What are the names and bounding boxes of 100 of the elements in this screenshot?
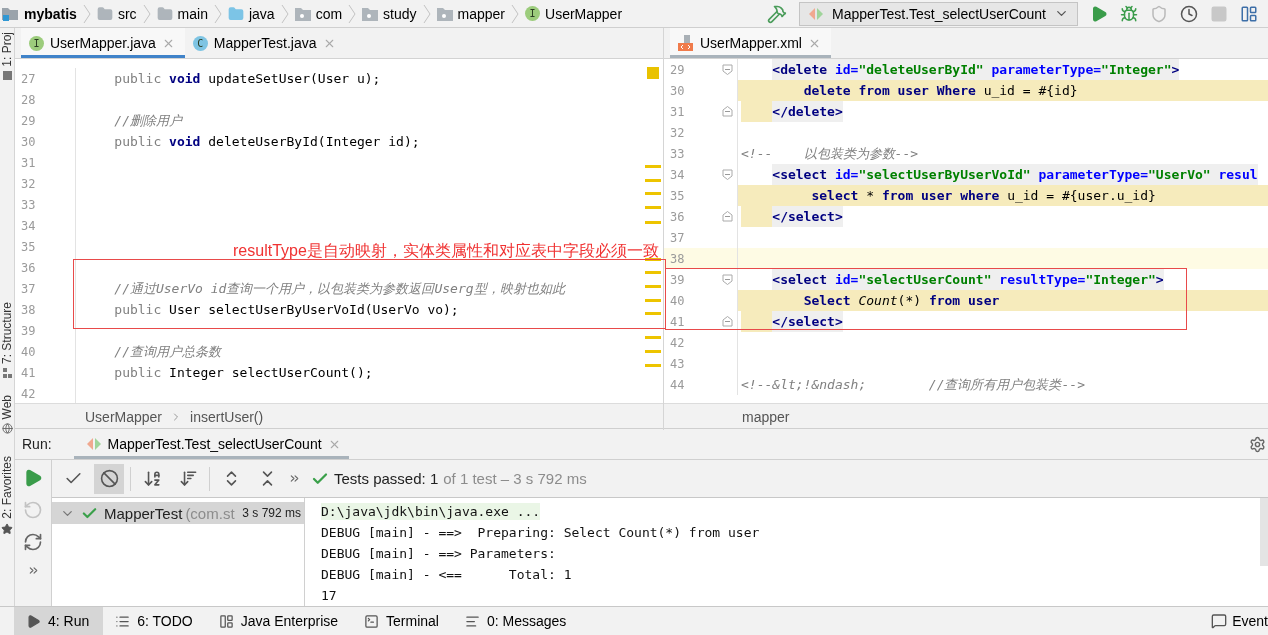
tool-window-button[interactable]: 4: Run <box>14 607 104 635</box>
breadcrumb-item[interactable]: UserMapper <box>85 409 163 425</box>
tool-window-button[interactable]: 0: Messages <box>452 607 581 635</box>
breadcrumb-item[interactable]: java <box>227 5 275 22</box>
breadcrumb-item[interactable]: mapper <box>436 5 506 22</box>
more-icon[interactable] <box>288 472 301 485</box>
line-number: 28 <box>21 92 36 107</box>
code-line: public void updateSetUser(User u); <box>114 70 381 88</box>
terminal-icon <box>364 613 380 629</box>
run-label: Run: <box>21 436 53 452</box>
editor-tab[interactable]: I UserMapper.java <box>21 28 185 58</box>
tool-window-button[interactable]: 2: Favorites <box>0 456 14 535</box>
fold-marker-icon[interactable] <box>722 316 733 327</box>
rerun-icon[interactable] <box>23 468 43 488</box>
run-config-dropdown[interactable]: MapperTest.Test_selectUserCount <box>799 1 1078 26</box>
separator-icon <box>511 3 520 24</box>
code-comment: //通过UserVo id查询一个用户，以包装类为参数返回Userg型，映射也如此 <box>114 279 565 298</box>
editor-tab[interactable]: UserMapper.xml <box>670 28 831 58</box>
line-number: 33 <box>670 146 685 161</box>
breadcrumb-item[interactable]: com <box>294 5 343 22</box>
build-icon[interactable] <box>767 3 787 24</box>
fold-marker-icon[interactable] <box>722 274 733 285</box>
folder-icon <box>227 5 244 22</box>
run-icon <box>26 613 41 629</box>
line-number: 41 <box>670 314 685 329</box>
fold-marker-icon[interactable] <box>722 169 733 180</box>
folder-icon <box>156 5 173 22</box>
line-number: 31 <box>21 155 36 170</box>
breadcrumb-item[interactable]: mapper <box>742 409 790 425</box>
code-line: delete from user Where u_id = #{id} <box>803 82 1078 100</box>
line-number: 42 <box>21 386 36 401</box>
line-number: 39 <box>21 323 36 338</box>
breadcrumb-item[interactable]: main <box>156 5 208 22</box>
line-number: 40 <box>21 344 36 359</box>
breadcrumb-item[interactable]: study <box>362 5 417 22</box>
fold-marker-icon[interactable] <box>722 211 733 222</box>
breadcrumb-item[interactable]: insertUser() <box>190 409 264 425</box>
debug-icon[interactable] <box>1120 4 1138 23</box>
module-folder-icon <box>2 6 19 21</box>
panel-icon <box>2 70 12 80</box>
code-comment: //查询用户总条数 <box>114 342 221 361</box>
line-number: 38 <box>21 302 36 317</box>
tool-window-button[interactable]: Web <box>0 394 14 435</box>
code-line: select * from user where u_id = #{user.u_id} <box>811 187 1156 205</box>
annotation-text: resultType是自动映射，实体类属性和对应表中字段必须一致 <box>233 241 659 261</box>
breadcrumb-item[interactable]: I UserMapper <box>525 5 623 22</box>
tool-window-button[interactable]: 6: TODO <box>103 607 207 635</box>
globe-icon <box>1 423 13 435</box>
code-comment: //删除用户 <box>114 111 182 130</box>
auto-test-icon[interactable] <box>23 532 43 552</box>
line-number: 34 <box>21 218 36 233</box>
line-number: 43 <box>670 356 685 371</box>
line-number: 34 <box>670 167 685 182</box>
enterprise-icon <box>218 613 234 629</box>
type-badge: C <box>192 35 208 51</box>
line-number: 35 <box>21 239 36 254</box>
console-line: DEBUG [main] - <== Total: 1 <box>321 566 572 583</box>
test-status: Tests passed: 1 <box>334 470 439 487</box>
fold-marker-icon[interactable] <box>722 106 733 117</box>
line-number: 29 <box>21 113 36 128</box>
type-badge: I <box>525 6 541 21</box>
package-folder-icon <box>362 6 379 21</box>
run-tab[interactable]: MapperTest.Test_selectUserCount <box>73 429 349 459</box>
sort-duration-icon <box>178 469 198 488</box>
test-tree-item[interactable]: MapperTest (com.st 3 s 792 ms <box>52 502 304 524</box>
code-comment: <!--&lt;!&ndash; //查询所有用户包装类--> <box>741 375 1085 394</box>
sort-alpha-icon <box>142 469 162 488</box>
run-icon[interactable] <box>1090 4 1108 23</box>
breadcrumb-item[interactable]: mybatis <box>2 5 77 22</box>
line-number: 42 <box>670 335 685 350</box>
settings-icon[interactable] <box>1249 435 1266 453</box>
code-line: public void deleteUserById(Integer id); <box>114 133 420 151</box>
tool-window-button[interactable]: 7: Structure <box>0 301 14 379</box>
line-number: 36 <box>21 260 36 275</box>
tool-window-button[interactable]: Java Enterprise <box>206 607 353 635</box>
line-number: 40 <box>670 293 685 308</box>
line-number: 39 <box>670 272 685 287</box>
line-number: 35 <box>670 188 685 203</box>
separator-icon <box>422 3 431 24</box>
line-number: 41 <box>21 365 36 380</box>
line-number: 30 <box>21 134 36 149</box>
messages-icon <box>464 613 480 629</box>
fold-marker-icon[interactable] <box>722 64 733 75</box>
console-line: DEBUG [main] - ==> Preparing: Select Count(*) from user <box>321 524 760 541</box>
separator-icon <box>82 3 91 24</box>
line-number: 32 <box>670 125 685 140</box>
project-structure-icon[interactable] <box>1240 4 1258 23</box>
toolbar-button[interactable] <box>94 463 124 494</box>
tool-window-button[interactable]: Terminal <box>352 607 453 635</box>
line-number: 32 <box>21 176 36 191</box>
editor-tab[interactable]: C MapperTest.java <box>184 28 346 58</box>
line-number: 27 <box>21 71 36 86</box>
profiler-icon[interactable] <box>1180 4 1198 23</box>
scrollbar-thumb[interactable] <box>1260 498 1268 566</box>
breadcrumb-item[interactable]: src <box>96 5 137 22</box>
line-number: 38 <box>670 251 685 266</box>
tool-window-button[interactable]: 1: Proj <box>0 32 14 80</box>
separator-icon <box>142 3 151 24</box>
event-log-button[interactable]: Event <box>1211 607 1268 635</box>
package-folder-icon <box>294 6 311 21</box>
